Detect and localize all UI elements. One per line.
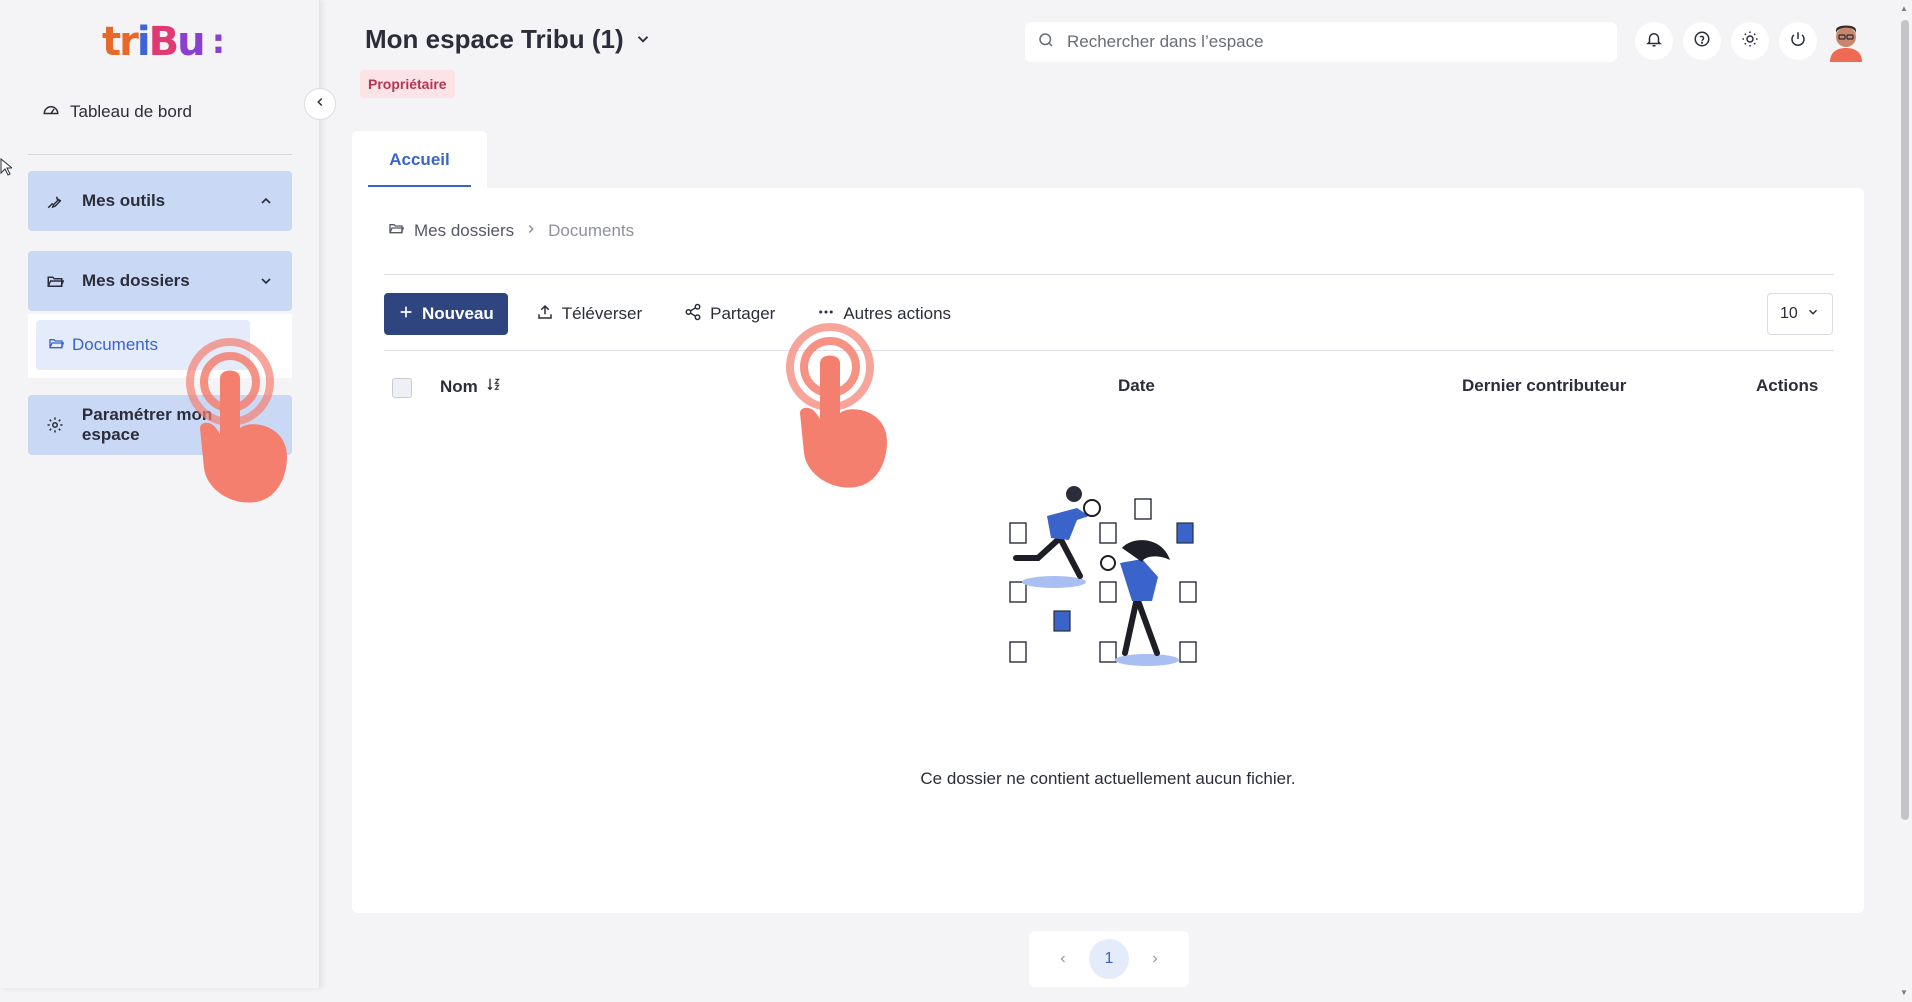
select-all-checkbox[interactable] (392, 378, 412, 398)
per-page-value: 10 (1780, 305, 1798, 322)
tap-gesture-icon (180, 338, 300, 508)
sidebar-item-label: Documents (72, 335, 158, 354)
main-panel: Mes dossiers Documents Nouveau Téléverse… (352, 188, 1864, 913)
breadcrumb-current: Documents (548, 220, 635, 240)
chevron-right-icon (524, 221, 538, 241)
column-header-name[interactable]: Nom (440, 376, 502, 397)
chevron-up-icon (258, 193, 274, 209)
page-scrollbar[interactable]: ▲ ▼ (1898, 0, 1912, 1002)
share-button-label: Partager (710, 304, 776, 323)
chevron-left-icon (313, 95, 327, 114)
power-icon (1789, 30, 1807, 53)
next-page-button[interactable] (1149, 949, 1161, 970)
sidebar-item-label: Mes dossiers (82, 271, 190, 290)
chevron-down-icon (1806, 305, 1820, 324)
role-badge: Propriétaire (360, 70, 455, 98)
sun-icon (1741, 30, 1759, 53)
empty-folder-message: Ce dossier ne contient actuellement aucu… (920, 769, 1296, 788)
sidebar-divider (28, 154, 292, 155)
tribu-logo[interactable]: tr i Bu: (102, 19, 225, 65)
search-input[interactable] (1067, 32, 1587, 52)
column-header-date[interactable]: Date (1118, 376, 1155, 396)
help-icon (1693, 30, 1711, 53)
share-icon (684, 303, 702, 326)
new-button[interactable]: Nouveau (384, 293, 508, 335)
chevron-down-icon (258, 273, 274, 289)
dashboard-icon (42, 100, 60, 123)
breadcrumb-root[interactable]: Mes dossiers (414, 221, 514, 241)
bell-icon (1645, 30, 1663, 53)
column-label: Nom (440, 376, 478, 396)
sidebar-item-my-tools[interactable]: Mes outils (28, 171, 292, 231)
scrollbar-thumb[interactable] (1901, 20, 1909, 820)
scroll-up-arrow[interactable]: ▲ (1900, 4, 1908, 13)
upload-button[interactable]: Téléverser (522, 293, 656, 335)
tab-home[interactable]: Accueil (352, 131, 487, 189)
page-title: Mon espace Tribu (1) (365, 24, 624, 54)
upload-button-label: Téléverser (561, 304, 643, 323)
divider (384, 274, 1834, 275)
tab-active-indicator (368, 185, 471, 187)
help-button[interactable] (1683, 22, 1721, 60)
plus-icon (398, 304, 414, 325)
share-button[interactable]: Partager (670, 293, 789, 335)
scroll-down-arrow[interactable]: ▼ (1900, 988, 1908, 997)
table-header: Nom Date Dernier contributeur Actions (384, 372, 1834, 402)
column-header-contributor[interactable]: Dernier contributeur (1462, 376, 1626, 396)
logout-button[interactable] (1779, 22, 1817, 60)
tab-label: Accueil (389, 150, 450, 169)
folder-open-icon (46, 272, 68, 290)
collapse-sidebar-button[interactable] (304, 88, 336, 120)
chevron-down-icon (634, 24, 652, 55)
mouse-cursor-icon (0, 157, 14, 181)
pagination: 1 (1029, 931, 1189, 987)
more-actions-label: Autres actions (843, 304, 952, 323)
gear-icon (46, 416, 68, 434)
tap-gesture-icon (780, 323, 900, 493)
notifications-button[interactable] (1635, 22, 1673, 60)
upload-icon (536, 303, 554, 326)
folder-open-icon (388, 220, 405, 241)
empty-folder-illustration (1002, 478, 1222, 678)
new-button-label: Nouveau (422, 304, 494, 323)
sidebar-item-dashboard[interactable]: Tableau de bord (42, 100, 192, 123)
column-header-actions: Actions (1756, 376, 1819, 395)
sidebar-item-my-folders[interactable]: Mes dossiers (28, 251, 292, 311)
theme-toggle-button[interactable] (1731, 22, 1769, 60)
wrench-icon (46, 192, 68, 210)
avatar[interactable] (1826, 20, 1866, 62)
search-icon (1037, 31, 1055, 54)
page-button-current[interactable]: 1 (1089, 939, 1129, 979)
sidebar-item-label: Tableau de bord (70, 101, 192, 121)
folder-open-icon (48, 335, 65, 356)
divider (384, 350, 1834, 351)
space-selector[interactable]: Mon espace Tribu (1) (365, 24, 652, 55)
previous-page-button[interactable] (1057, 949, 1069, 970)
per-page-select[interactable]: 10 (1767, 293, 1833, 335)
breadcrumb: Mes dossiers Documents (388, 220, 634, 241)
search-bar[interactable] (1025, 22, 1617, 62)
sidebar-item-label: Mes outils (82, 191, 166, 210)
sort-icon (486, 376, 502, 397)
